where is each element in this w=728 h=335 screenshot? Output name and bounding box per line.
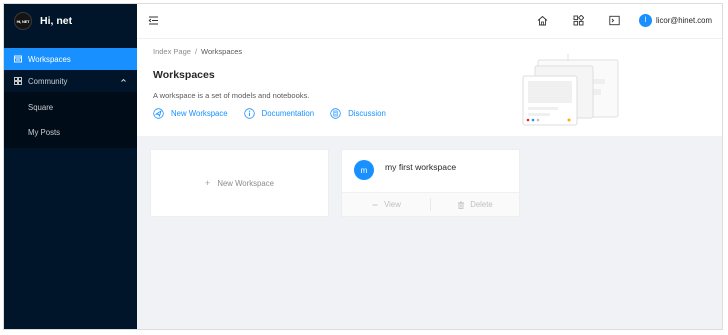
sidebar-item-label: My Posts (28, 128, 61, 137)
view-label: View (384, 200, 401, 209)
delete-label: Delete (470, 200, 493, 209)
sidebar-item-workspaces[interactable]: Workspaces (4, 48, 137, 70)
file-icon (330, 108, 341, 119)
page-title: Workspaces (153, 69, 215, 81)
user-avatar[interactable]: l (639, 14, 652, 27)
link-label: New Workspace (171, 109, 228, 118)
menu-fold-icon[interactable] (148, 15, 159, 26)
trash-icon (457, 201, 465, 209)
new-workspace-icon (153, 108, 164, 119)
delete-button[interactable]: Delete (430, 198, 519, 211)
discussion-link[interactable]: Discussion (330, 108, 386, 119)
page-description: A workspace is a set of models and noteb… (153, 91, 310, 100)
logo[interactable]: Hi, NET Hi, net (4, 4, 137, 38)
workspace-card-actions: View Delete (342, 192, 519, 216)
terminal-icon[interactable] (609, 15, 620, 26)
sidebar-item-label: Workspaces (28, 54, 71, 64)
page-links: New Workspace Documentation Discussion (153, 108, 402, 119)
view-button[interactable]: View (342, 193, 430, 216)
breadcrumb: Index Page / Workspaces (153, 47, 243, 56)
sidebar-item-square[interactable]: Square (4, 95, 137, 120)
documentation-link[interactable]: Documentation (243, 108, 315, 119)
breadcrumb-current: Workspaces (201, 47, 243, 56)
community-icon (14, 77, 22, 85)
breadcrumb-link-index[interactable]: Index Page (153, 47, 191, 56)
community-submenu: Square My Posts (4, 92, 137, 148)
ellipsis-icon (371, 201, 379, 209)
sidebar-item-label: Community (28, 76, 68, 86)
user-email[interactable]: licor@hinet.com (656, 16, 712, 25)
new-workspace-card-label: New Workspace (217, 178, 274, 188)
logo-text: Hi, net (40, 15, 73, 27)
workspace-icon (14, 55, 22, 63)
workspace-illustration (513, 54, 623, 134)
app-window: Hi, NET Hi, net Workspaces Community Squ… (4, 4, 722, 329)
sidebar-item-my-posts[interactable]: My Posts (4, 120, 137, 145)
sidebar: Hi, NET Hi, net Workspaces Community Squ… (4, 4, 137, 329)
info-icon (243, 108, 255, 119)
apps-icon[interactable] (573, 14, 585, 26)
page-header: Index Page / Workspaces Workspaces A works… (137, 39, 722, 136)
home-icon[interactable] (537, 15, 548, 26)
link-label: Documentation (261, 109, 315, 118)
top-header: l licor@hinet.com (137, 4, 722, 39)
workspace-name[interactable]: my first workspace (385, 162, 456, 172)
sidebar-item-community[interactable]: Community (4, 70, 137, 92)
chevron-up-icon (120, 77, 127, 86)
new-workspace-link[interactable]: New Workspace (153, 108, 228, 119)
link-label: Discussion (348, 109, 386, 118)
workspace-card: m my first workspace View Delete (341, 149, 520, 217)
sidebar-item-label: Square (28, 103, 54, 112)
workspace-avatar: m (354, 160, 374, 180)
logo-badge: Hi, NET (14, 12, 32, 30)
plus-icon: + (205, 178, 211, 188)
new-workspace-card[interactable]: + New Workspace (150, 149, 329, 217)
